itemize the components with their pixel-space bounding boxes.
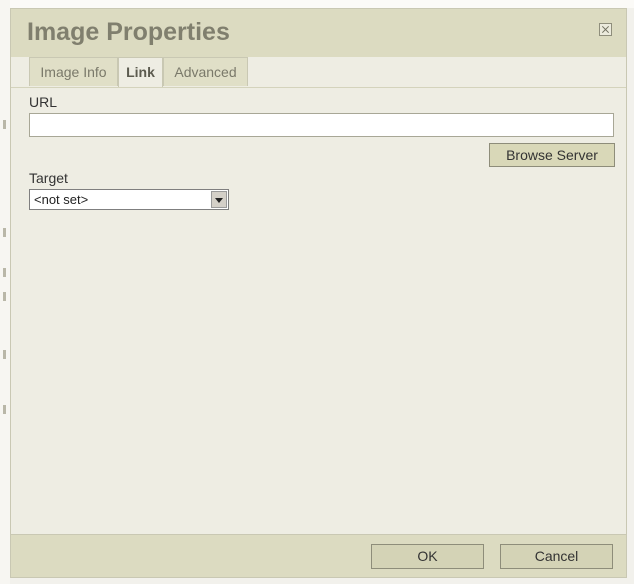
link-tab-panel: URL Browse Server Target <not set> (11, 87, 626, 535)
ok-button[interactable]: OK (371, 544, 484, 569)
background-page-top (0, 0, 634, 8)
dialog-footer: OK Cancel (11, 534, 626, 577)
target-label: Target (29, 170, 68, 186)
dialog-title: Image Properties (27, 18, 230, 46)
close-icon[interactable] (599, 23, 612, 36)
target-selected-value: <not set> (34, 192, 89, 207)
cancel-button[interactable]: Cancel (500, 544, 613, 569)
tab-advanced[interactable]: Advanced (163, 57, 248, 86)
chevron-down-icon[interactable] (211, 191, 227, 208)
browse-server-button[interactable]: Browse Server (489, 143, 615, 167)
tab-image-info[interactable]: Image Info (29, 57, 118, 86)
tab-link[interactable]: Link (118, 57, 163, 87)
dialog-title-bar[interactable]: Image Properties (11, 9, 626, 57)
url-input[interactable] (29, 113, 614, 137)
image-properties-dialog: Image Properties Image Info Link Advance… (10, 8, 627, 578)
url-label: URL (29, 94, 58, 110)
target-select[interactable]: <not set> (29, 189, 229, 210)
